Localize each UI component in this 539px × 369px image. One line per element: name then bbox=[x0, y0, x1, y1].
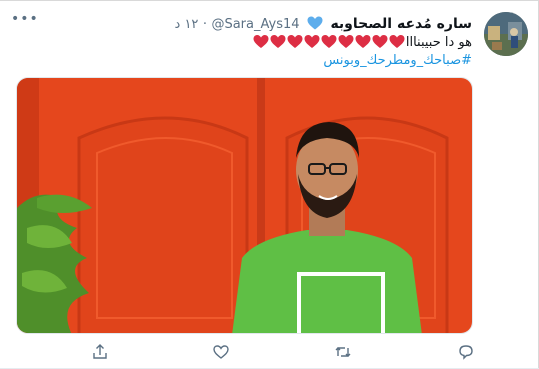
retweet-button[interactable] bbox=[333, 342, 353, 362]
red-heart-icon bbox=[321, 34, 337, 49]
photo-image bbox=[17, 78, 472, 333]
frame-top-border bbox=[0, 0, 539, 1]
tweet-header: ساره مُدعه الصحاوبه @Sara_Ays14 · ١٢ د bbox=[175, 14, 472, 34]
tweet-photo[interactable] bbox=[16, 77, 473, 334]
tweet-text: هو دا حبيبنااا bbox=[236, 34, 472, 52]
share-button[interactable] bbox=[90, 342, 110, 362]
blue-heart-icon bbox=[307, 16, 323, 30]
more-dots-icon: ••• bbox=[11, 11, 39, 27]
author-name[interactable]: ساره مُدعه الصحاوبه bbox=[330, 16, 472, 32]
tweet-text-body: هو دا حبيبنااا bbox=[405, 35, 472, 50]
red-heart-icon bbox=[355, 34, 371, 49]
more-options-button[interactable]: ••• bbox=[11, 12, 38, 26]
author-avatar[interactable] bbox=[484, 12, 528, 56]
red-heart-icon bbox=[253, 34, 269, 49]
retweet-icon bbox=[335, 347, 351, 357]
red-heart-icon bbox=[287, 34, 303, 49]
separator-dot: · bbox=[202, 17, 208, 32]
red-heart-icon bbox=[270, 34, 286, 49]
tweet-timestamp[interactable]: ١٢ د bbox=[175, 17, 199, 32]
reply-button[interactable] bbox=[456, 342, 476, 362]
author-handle[interactable]: @Sara_Ays14 bbox=[211, 17, 299, 32]
red-heart-icon bbox=[389, 34, 405, 49]
like-icon bbox=[213, 345, 229, 359]
reply-icon bbox=[459, 345, 473, 360]
hashtag-link[interactable]: #صباحك_ومطرحك_وبونس bbox=[284, 52, 472, 70]
red-heart-icon bbox=[338, 34, 354, 49]
like-button[interactable] bbox=[211, 342, 231, 362]
red-heart-icon bbox=[372, 34, 388, 49]
red-heart-icon bbox=[304, 34, 320, 49]
share-icon bbox=[93, 344, 107, 359]
